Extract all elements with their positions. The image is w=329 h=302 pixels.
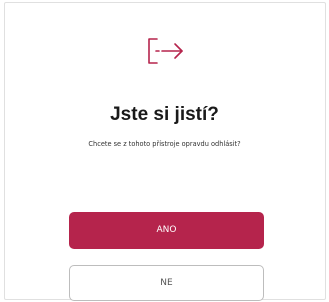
dialog-message: Chcete se z tohoto přístroje opravdu odh…	[88, 140, 241, 148]
logout-icon	[145, 33, 185, 69]
cancel-button[interactable]: NE	[69, 265, 264, 301]
dialog-title: Jste si jistí?	[110, 104, 219, 125]
confirm-button[interactable]: ANO	[69, 212, 264, 249]
